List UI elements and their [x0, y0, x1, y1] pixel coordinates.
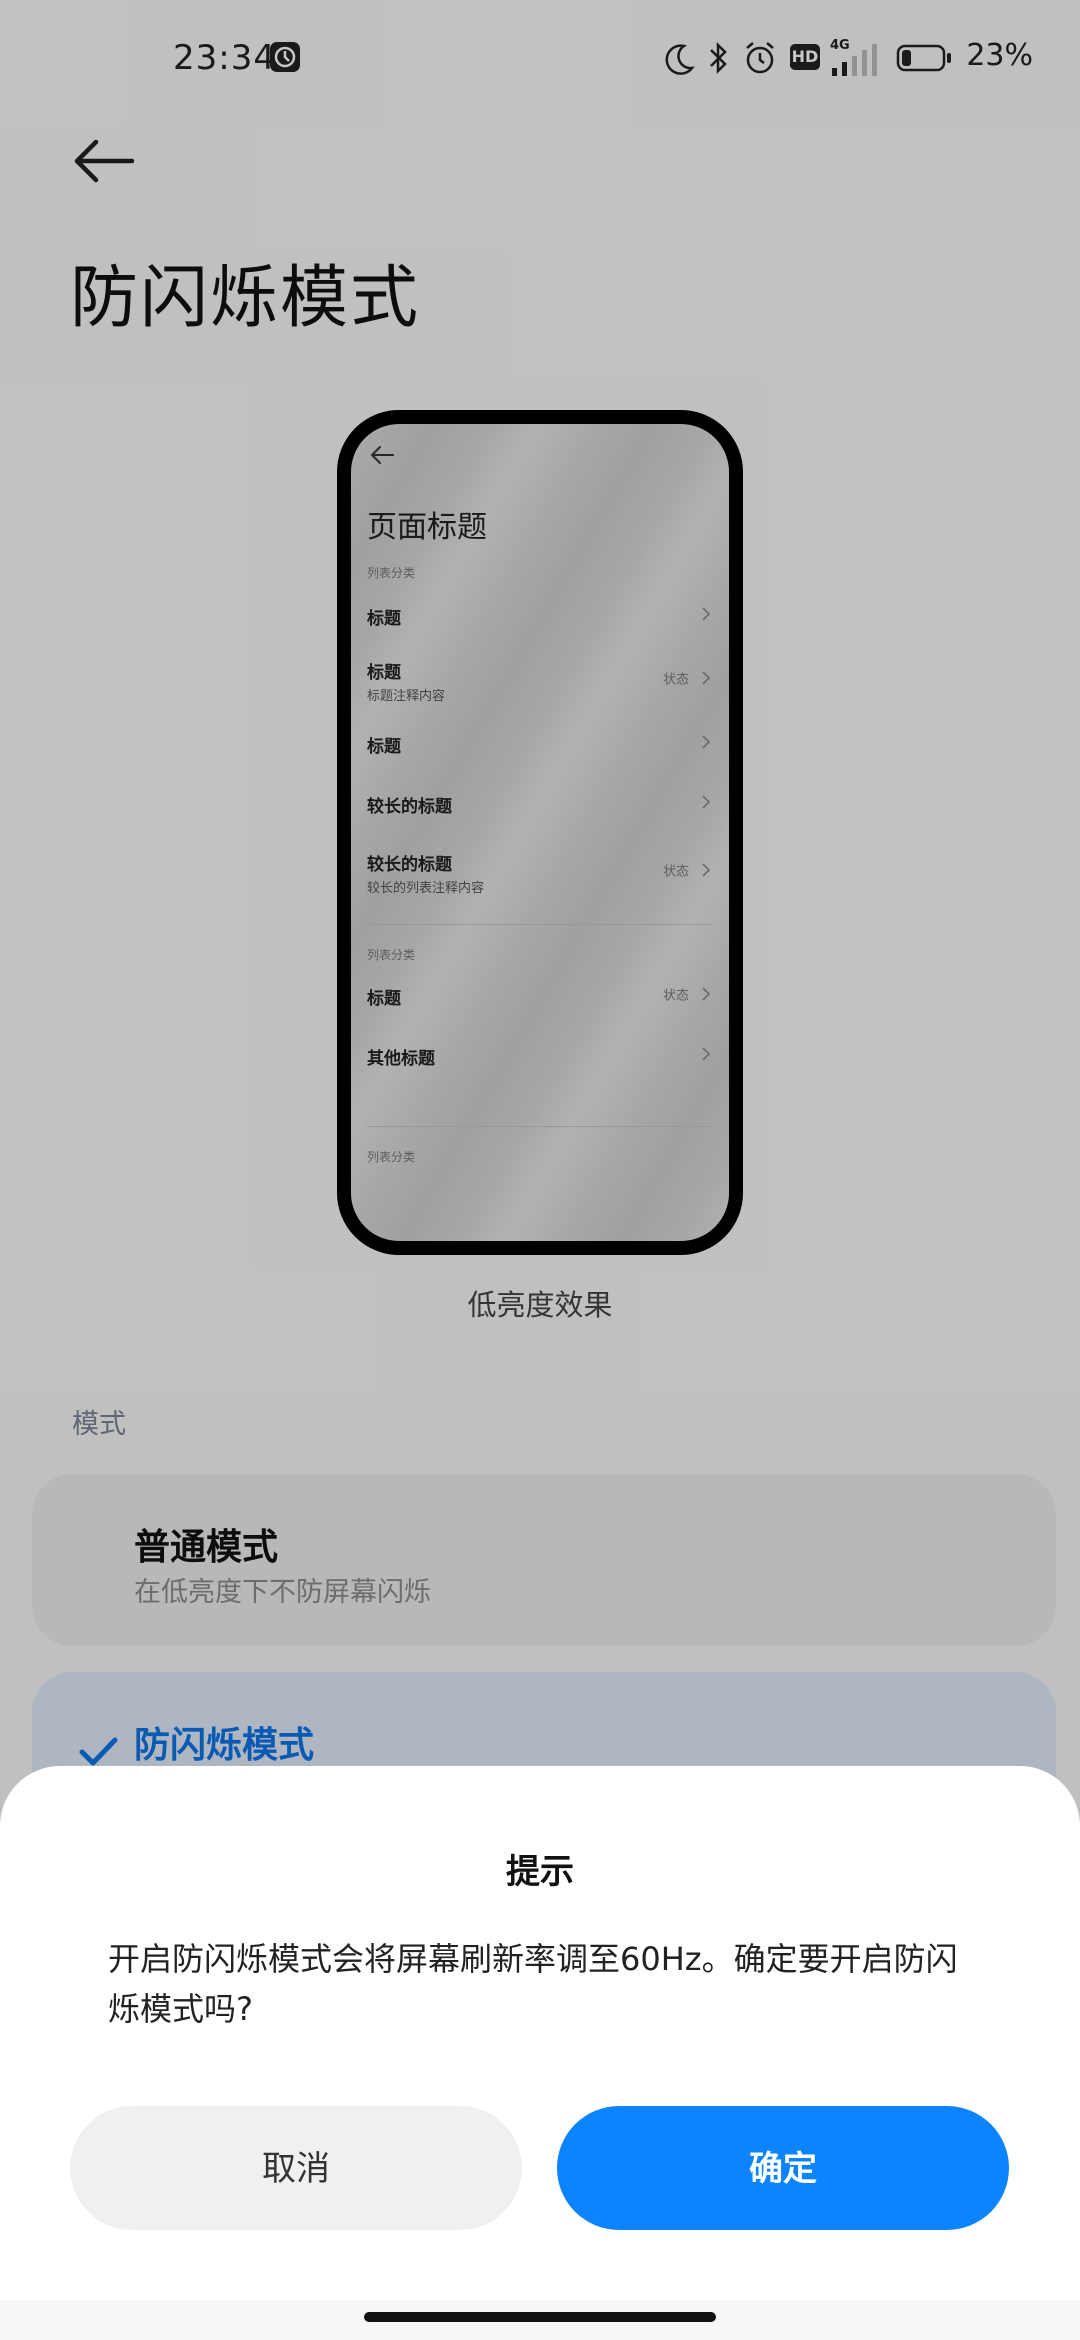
- dialog-message: 开启防闪烁模式会将屏幕刷新率调至60Hz。确定要开启防闪烁模式吗?: [108, 1940, 958, 2028]
- home-indicator[interactable]: [364, 2312, 716, 2322]
- app-screen: 23:34 HD 4G 23% 防闪烁模式 页面标题 列表分类 标题 标题 标题…: [0, 0, 1080, 2340]
- confirm-dialog: 提示 开启防闪烁模式会将屏幕刷新率调至60Hz。确定要开启防闪烁模式吗? 取消 …: [0, 1766, 1080, 2300]
- cancel-button[interactable]: 取消: [70, 2106, 522, 2230]
- dialog-title: 提示: [506, 1852, 574, 1892]
- confirm-button[interactable]: 确定: [557, 2106, 1009, 2230]
